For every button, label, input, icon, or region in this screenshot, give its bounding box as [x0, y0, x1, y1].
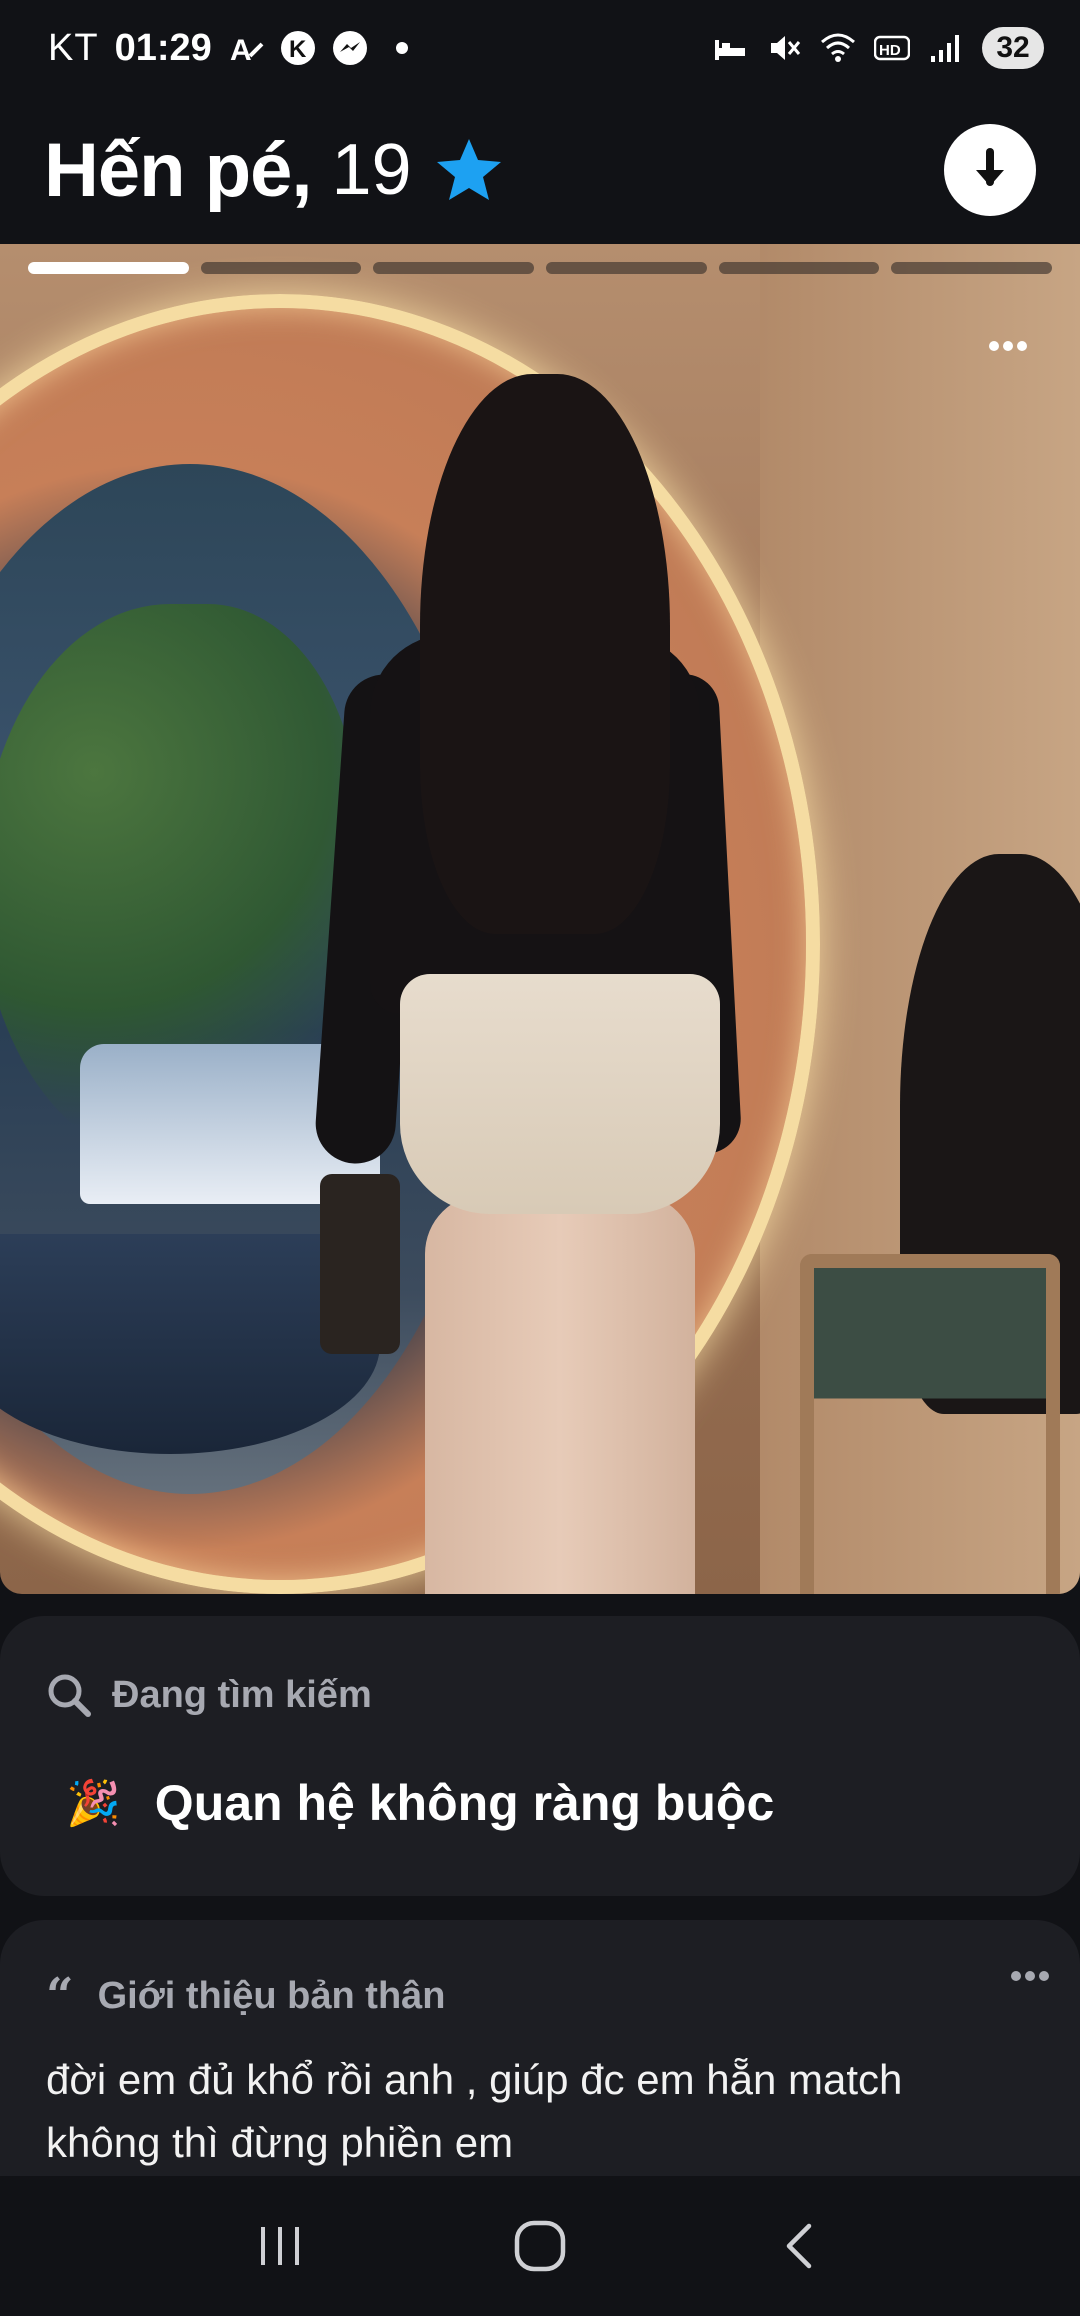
photo-progress-bar: [28, 262, 1053, 274]
looking-for-value-row: 🎉 Quan hệ không ràng buộc: [66, 1774, 774, 1832]
dot-icon: [395, 42, 408, 54]
system-nav-bar: [0, 2176, 1080, 2316]
photo-subject-legs: [425, 1194, 695, 1594]
about-me-title: Giới thiệu bản thân: [97, 1974, 446, 2017]
recent-apps-button[interactable]: [230, 2196, 330, 2296]
back-icon: [786, 2223, 812, 2269]
mute-icon: [771, 36, 801, 60]
signal-icon: [931, 35, 959, 62]
k-app-icon: K: [280, 31, 315, 65]
photo-chair: [800, 1254, 1060, 1594]
photo-more-options-icon[interactable]: [988, 340, 1028, 352]
profile-photo[interactable]: [0, 244, 1080, 1594]
photo-subject-bag: [320, 1174, 400, 1354]
about-more-options-icon[interactable]: [1010, 1970, 1050, 1982]
arrow-down-icon: [976, 148, 1004, 186]
looking-for-value: Quan hệ không ràng buộc: [154, 1775, 775, 1831]
status-bar: KT 01:29 A K HD 32: [0, 0, 1080, 96]
photo-progress-segment[interactable]: [891, 262, 1053, 274]
clock: 01:29: [114, 26, 212, 69]
status-left: KT 01:29 A K: [48, 27, 420, 70]
messenger-icon: [332, 31, 367, 65]
svg-text:A: A: [230, 34, 252, 66]
photo-progress-segment[interactable]: [546, 262, 707, 274]
photo-subject-shorts: [400, 974, 720, 1214]
photo-progress-segment[interactable]: [718, 262, 880, 274]
profile-name: Hến pé,: [44, 127, 312, 213]
photo-progress-segment[interactable]: [373, 262, 535, 274]
photo-progress-segment[interactable]: [28, 262, 189, 274]
home-button[interactable]: [490, 2196, 590, 2296]
font-icon: A: [230, 34, 264, 66]
looking-for-header: Đang tìm kiếm: [46, 1672, 372, 1718]
profile-age: 19: [331, 130, 412, 210]
bed-icon: [715, 40, 745, 60]
about-me-text: đời em đủ khổ rồi anh , giúp đc em hẵn m…: [46, 2056, 903, 2166]
status-right: HD 32: [712, 27, 1044, 69]
photo-subject-hair: [420, 374, 670, 934]
photo-subject: [313, 374, 790, 1594]
party-popper-icon: 🎉: [66, 1779, 121, 1828]
svg-text:HD: HD: [879, 42, 901, 59]
hd-icon: HD: [874, 35, 910, 61]
svg-text:K: K: [289, 36, 307, 63]
search-icon: [48, 1674, 91, 1717]
wifi-icon: [821, 33, 855, 62]
photo-progress-segment[interactable]: [200, 262, 362, 274]
quote-icon: “: [46, 1968, 74, 2024]
carrier-label: KT: [48, 26, 99, 69]
battery-level: 32: [982, 27, 1044, 69]
back-button[interactable]: [750, 2196, 850, 2296]
verified-star-icon[interactable]: [434, 135, 504, 205]
profile-header: Hến pé, 19: [0, 96, 1080, 244]
scroll-down-button[interactable]: [944, 124, 1036, 216]
recent-apps-icon: [261, 2227, 299, 2265]
home-icon: [514, 2220, 566, 2272]
looking-for-card: Đang tìm kiếm 🎉 Quan hệ không ràng buộc: [0, 1616, 1080, 1896]
about-me-header: “ Giới thiệu bản thân: [46, 1972, 446, 2020]
looking-for-title: Đang tìm kiếm: [112, 1673, 372, 1716]
